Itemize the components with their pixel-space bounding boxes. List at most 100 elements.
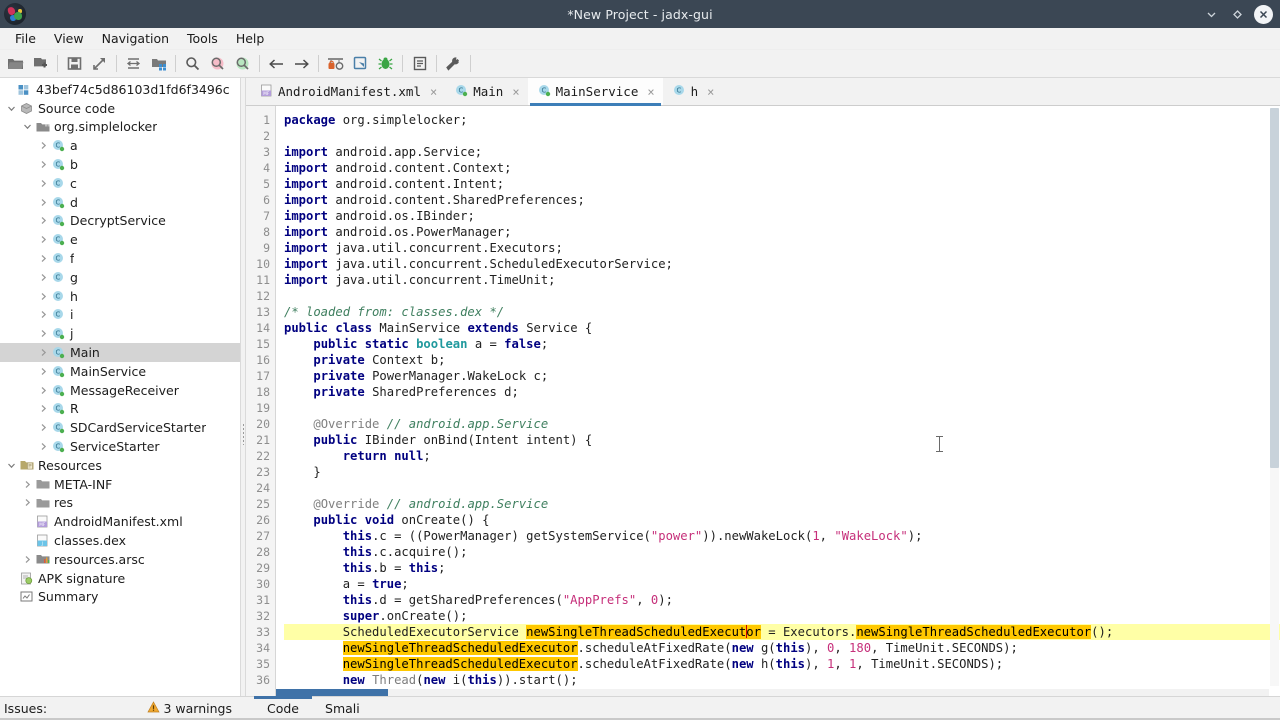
tab-close-icon[interactable]: × bbox=[508, 85, 519, 99]
preferences-icon[interactable] bbox=[441, 52, 466, 76]
tab-mainservice[interactable]: C MainService × bbox=[527, 78, 663, 106]
find-comment-icon[interactable] bbox=[230, 52, 255, 76]
tree-item-class-messagereceiver[interactable]: C MessageReceiver bbox=[0, 381, 240, 400]
tree-item-apk-signature[interactable]: APK signature bbox=[0, 569, 240, 588]
export-gradle-icon[interactable] bbox=[87, 52, 112, 76]
open-file-icon[interactable] bbox=[3, 52, 28, 76]
tree-item-class-j[interactable]: C j bbox=[0, 324, 240, 343]
chevron-right-icon[interactable] bbox=[36, 327, 50, 341]
diamond-icon[interactable] bbox=[1224, 1, 1250, 27]
chevron-right-icon[interactable] bbox=[36, 289, 50, 303]
horizontal-scrollbar[interactable] bbox=[276, 689, 1269, 696]
tree-item-class-g[interactable]: C g bbox=[0, 268, 240, 287]
tab-androidmanifest-xml[interactable]: MF AndroidManifest.xml × bbox=[250, 78, 445, 105]
debugger-icon[interactable] bbox=[373, 52, 398, 76]
chevron-right-icon[interactable] bbox=[36, 176, 50, 190]
chevron-right-icon[interactable] bbox=[36, 139, 50, 153]
tree-item-class-sdcardservicestarter[interactable]: C SDCardServiceStarter bbox=[0, 418, 240, 437]
deobfuscation-icon[interactable] bbox=[323, 52, 348, 76]
chevron-right-icon[interactable] bbox=[20, 496, 34, 510]
tree-item-class-e[interactable]: C e bbox=[0, 230, 240, 249]
code-line-7: import android.os.IBinder; bbox=[284, 209, 475, 223]
quark-icon[interactable] bbox=[348, 52, 373, 76]
chevron-right-icon[interactable] bbox=[36, 421, 50, 435]
chevron-right-icon[interactable] bbox=[36, 440, 50, 454]
chevron-down-icon[interactable] bbox=[4, 458, 18, 472]
tree-item-resources[interactable]: Resources bbox=[0, 456, 240, 475]
tree-item-source-code[interactable]: Source code bbox=[0, 99, 240, 118]
warnings-group[interactable]: 3 warnings bbox=[146, 701, 241, 716]
chevron-down-icon[interactable] bbox=[20, 120, 34, 134]
tree-item-class-c[interactable]: C c bbox=[0, 174, 240, 193]
close-icon[interactable] bbox=[1250, 1, 1276, 27]
tree-item-class-b[interactable]: C b bbox=[0, 155, 240, 174]
tree-item-class-r[interactable]: C R bbox=[0, 400, 240, 419]
chevron-right-icon[interactable] bbox=[36, 308, 50, 322]
tree-item-androidmanifest[interactable]: MF AndroidManifest.xml bbox=[0, 512, 240, 531]
menu-navigation[interactable]: Navigation bbox=[93, 29, 178, 49]
horizontal-scrollbar-thumb[interactable] bbox=[276, 689, 388, 696]
tree-item-class-i[interactable]: C i bbox=[0, 306, 240, 325]
add-files-icon[interactable] bbox=[28, 52, 53, 76]
tree-item-class-a[interactable]: C a bbox=[0, 136, 240, 155]
svg-text:C: C bbox=[56, 424, 61, 432]
chevron-right-icon[interactable] bbox=[36, 214, 50, 228]
code-viewer[interactable]: 1 2 3 4 5 6 7 8 9 10 11 12 13 14 15 16 1 bbox=[246, 106, 1280, 696]
chevron-right-icon[interactable] bbox=[36, 158, 50, 172]
code-line-26: public void onCreate() { bbox=[313, 513, 490, 527]
chevron-right-icon[interactable] bbox=[36, 402, 50, 416]
tree-item-org-simplelocker[interactable]: org.simplelocker bbox=[0, 118, 240, 137]
tab-label: Main bbox=[473, 84, 504, 99]
log-viewer-icon[interactable] bbox=[407, 52, 432, 76]
chevron-right-icon[interactable] bbox=[36, 195, 50, 209]
chevron-right-icon[interactable] bbox=[36, 270, 50, 284]
tree-item-class-servicestarter[interactable]: C ServiceStarter bbox=[0, 437, 240, 456]
tree-item-class-f[interactable]: C f bbox=[0, 249, 240, 268]
tab-h[interactable]: C h × bbox=[663, 78, 723, 105]
back-arrow-icon[interactable] bbox=[264, 52, 289, 76]
vertical-scrollbar-thumb[interactable] bbox=[1270, 108, 1279, 468]
menu-view[interactable]: View bbox=[45, 29, 93, 49]
flat-packages-icon[interactable] bbox=[146, 52, 171, 76]
chevron-right-icon[interactable] bbox=[36, 233, 50, 247]
menu-help[interactable]: Help bbox=[227, 29, 274, 49]
tree-item-class-main[interactable]: C Main bbox=[0, 343, 240, 362]
chevron-down-icon[interactable] bbox=[4, 101, 18, 115]
menu-file[interactable]: File bbox=[6, 29, 45, 49]
forward-arrow-icon[interactable] bbox=[289, 52, 314, 76]
chevron-right-icon[interactable] bbox=[20, 477, 34, 491]
tree-item-resources-arsc[interactable]: resources.arsc bbox=[0, 550, 240, 569]
tab-close-icon[interactable]: × bbox=[703, 85, 714, 99]
chevron-right-icon[interactable] bbox=[36, 364, 50, 378]
menu-tools[interactable]: Tools bbox=[178, 29, 227, 49]
tree-item-class-h[interactable]: C h bbox=[0, 287, 240, 306]
tree-item-class-decryptservice[interactable]: C DecryptService bbox=[0, 212, 240, 231]
tree-item-res[interactable]: res bbox=[0, 494, 240, 513]
tab-close-icon[interactable]: × bbox=[643, 85, 654, 99]
chevron-right-icon[interactable] bbox=[36, 383, 50, 397]
chevron-right-icon[interactable] bbox=[36, 252, 50, 266]
tree-item-meta-inf[interactable]: META-INF bbox=[0, 475, 240, 494]
tab-main[interactable]: C Main × bbox=[445, 78, 527, 105]
code-content[interactable]: package org.simplelocker; import android… bbox=[276, 106, 1280, 696]
search-icon[interactable] bbox=[180, 52, 205, 76]
tree-item-class-d[interactable]: C d bbox=[0, 193, 240, 212]
chevron-down-icon[interactable] bbox=[1198, 1, 1224, 27]
bottom-tab-smali[interactable]: Smali bbox=[312, 697, 373, 720]
chevron-right-icon[interactable] bbox=[20, 552, 34, 566]
chevron-right-icon[interactable] bbox=[36, 346, 50, 360]
svg-text:C: C bbox=[56, 330, 61, 338]
tree-item-label: classes.dex bbox=[54, 533, 127, 549]
tree-item-summary[interactable]: Summary bbox=[0, 588, 240, 607]
tree-item-apk[interactable]: 43bef74c5d86103d1fd6f3496c bbox=[0, 80, 240, 99]
vertical-scrollbar[interactable] bbox=[1270, 108, 1279, 686]
save-all-icon[interactable] bbox=[62, 52, 87, 76]
sync-icon[interactable] bbox=[121, 52, 146, 76]
find-class-icon[interactable] bbox=[205, 52, 230, 76]
splitter-grip[interactable] bbox=[242, 423, 245, 445]
bottom-tab-code[interactable]: Code bbox=[254, 696, 313, 720]
tab-close-icon[interactable]: × bbox=[426, 85, 437, 99]
tree-item-class-mainservice[interactable]: C MainService bbox=[0, 362, 240, 381]
project-tree[interactable]: 43bef74c5d86103d1fd6f3496c Source code o… bbox=[0, 78, 240, 696]
tree-item-classes-dex[interactable]: J classes.dex bbox=[0, 531, 240, 550]
